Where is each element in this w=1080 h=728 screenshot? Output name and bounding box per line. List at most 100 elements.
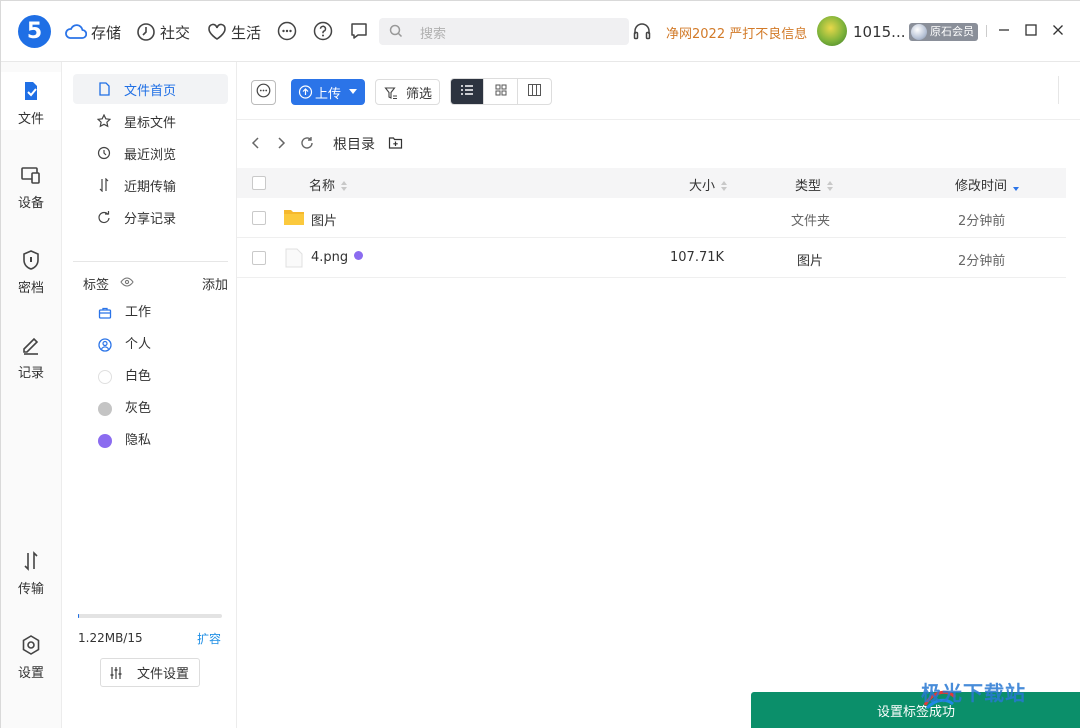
app-logo[interactable]: 5 [18,15,51,48]
tag-label: 工作 [125,305,152,320]
sidebar-item-label: 文件首页 [124,83,177,99]
rail-item-settings[interactable]: 设置 [1,634,61,681]
nav-life-label: 生活 [231,23,262,42]
sidebar-item-label: 近期传输 [124,179,177,195]
nav-social[interactable]: 社交 [136,20,190,44]
refresh-icon[interactable] [300,136,314,150]
more-icon[interactable] [277,21,297,41]
filter-label: 筛选 [406,86,433,102]
file-size: 107.71K [670,250,725,265]
star-icon [96,113,112,128]
chevron-down-icon[interactable] [349,89,357,94]
tag-item-personal[interactable]: 个人 [98,336,151,354]
sidebar-item-label: 分享记录 [124,211,177,227]
more-actions-button[interactable] [251,80,276,105]
rail-item-notes-label: 记录 [17,366,44,381]
sidebar-item-recent[interactable]: 最近浏览 [73,138,228,168]
tag-label: 白色 [125,369,152,384]
close-icon[interactable] [1050,22,1066,38]
expand-storage-link[interactable]: 扩容 [197,630,221,647]
vip-gem-icon [911,24,927,40]
sidebar-item-shares[interactable]: 分享记录 [73,202,228,232]
column-view-button[interactable] [518,79,551,104]
watermark: 极光下载站 [921,681,1026,705]
column-header-modified[interactable]: 修改时间 [955,175,1020,194]
sidebar-item-file-home[interactable]: 文件首页 [73,74,228,104]
tag-item-work[interactable]: 工作 [98,304,151,322]
rail-item-transfer[interactable]: 传输 [1,550,61,597]
toolbar: 上传 筛选 [237,62,1080,120]
file-type: 图片 [797,254,824,269]
tag-item-white[interactable]: 白色 [98,368,151,386]
rail-item-files[interactable]: 文件 [1,72,61,130]
table-row[interactable]: 4.png 107.71K 图片 2分钟前 [237,238,1066,278]
top-bar: 5 存储 社交 生活 搜索 净网2022 严打不良信息 1015... 原石会员 [1,1,1080,62]
column-header-type[interactable]: 类型 [795,175,834,194]
rail-item-devices[interactable]: 设备 [1,164,61,211]
list-view-button[interactable] [451,79,485,104]
rail-item-devices-label: 设备 [17,196,44,211]
help-icon[interactable] [313,21,333,41]
view-switcher [450,78,552,105]
sidebar-item-transfers[interactable]: 近期传输 [73,170,228,200]
avatar[interactable] [817,16,847,46]
sort-desc-icon [1013,181,1020,191]
rail-item-transfer-label: 传输 [17,582,44,597]
nav-storage[interactable]: 存储 [65,20,121,44]
upload-button[interactable]: 上传 [291,79,365,105]
tags-title: 标签 [83,278,110,293]
row-checkbox[interactable] [252,251,266,265]
add-tag-button[interactable]: 添加 [202,274,228,293]
eye-icon[interactable] [120,276,134,292]
rail-item-vault-label: 密档 [17,281,44,296]
path-bar: 根目录 [237,120,1080,167]
grid-view-button[interactable] [484,79,518,104]
sort-icon [827,181,834,191]
column-header-label: 大小 [689,179,716,194]
divider [73,261,228,262]
new-folder-icon[interactable] [388,135,403,150]
row-checkbox[interactable] [252,211,266,225]
tag-label: 隐私 [125,433,152,448]
rail-item-notes[interactable]: 记录 [1,334,61,381]
maximize-icon[interactable] [1023,22,1039,38]
search-input[interactable]: 搜索 [379,18,629,45]
username[interactable]: 1015... [853,23,905,41]
message-icon[interactable] [349,21,369,41]
file-name[interactable]: 图片 [311,210,337,229]
minimize-icon[interactable] [996,22,1012,38]
tag-label: 个人 [125,337,152,352]
person-icon [98,338,112,352]
clock-icon [136,22,156,42]
settings-icon [20,634,42,656]
back-icon[interactable] [249,136,263,150]
rail-item-vault[interactable]: 密档 [1,249,61,296]
filter-button[interactable]: 筛选 [375,79,440,105]
column-header-size[interactable]: 大小 [689,175,728,194]
sidebar-item-starred[interactable]: 星标文件 [73,106,228,136]
column-view-icon [527,83,541,100]
forward-icon[interactable] [274,136,288,150]
column-header-name[interactable]: 名称 [309,175,348,194]
breadcrumb[interactable]: 根目录 [333,134,375,154]
file-name[interactable]: 4.png [311,250,364,265]
grid-view-icon [495,84,507,100]
tag-item-private[interactable]: 隐私 [98,432,151,450]
search-icon [389,24,403,42]
table-header: 名称 大小 类型 修改时间 [237,168,1066,198]
headset-icon[interactable] [632,21,652,41]
storage-progress-bar [78,614,222,618]
tag-color-dot [98,434,112,448]
file-modified: 2分钟前 [958,214,1006,229]
table-row[interactable]: 图片 文件夹 2分钟前 [237,198,1066,238]
file-icon [20,80,42,102]
file-settings-label: 文件设置 [137,667,190,682]
tag-color-dot [98,370,112,384]
select-all-checkbox[interactable] [252,176,266,190]
vip-badge[interactable]: 原石会员 [909,23,978,41]
nav-life[interactable]: 生活 [207,20,261,44]
promo-link[interactable]: 净网2022 严打不良信息 [666,23,807,42]
column-header-label: 类型 [795,179,822,194]
tag-item-gray[interactable]: 灰色 [98,400,151,418]
file-settings-button[interactable]: 文件设置 [100,658,200,687]
